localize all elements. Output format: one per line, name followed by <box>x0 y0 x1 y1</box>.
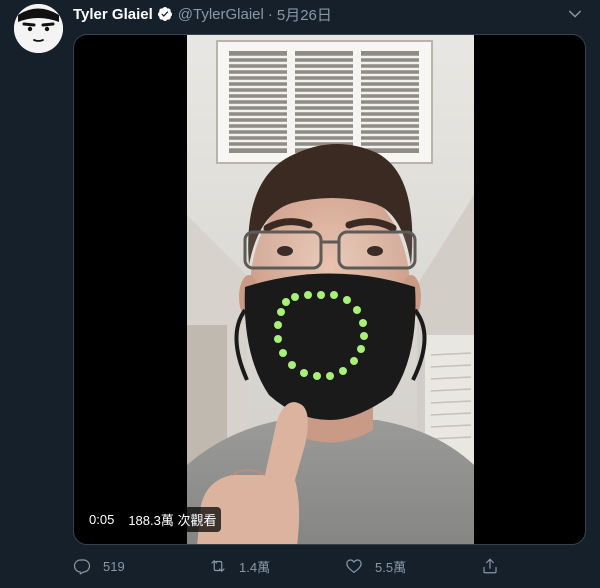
video-frame <box>187 35 474 544</box>
avatar-face-icon <box>14 4 63 53</box>
reply-count: 519 <box>103 558 125 574</box>
retweet-button[interactable]: 1.4萬 <box>209 557 270 576</box>
author-name[interactable]: Tyler Glaiel <box>73 6 153 23</box>
reply-icon <box>73 559 91 575</box>
retweet-icon <box>211 560 225 572</box>
avatar[interactable] <box>14 4 63 53</box>
like-button[interactable]: 5.5萬 <box>345 557 406 576</box>
tweet-header: Tyler Glaiel @TylerGlaiel · 5月26日 <box>73 4 586 24</box>
video-still-image <box>187 35 474 544</box>
reply-button[interactable]: 519 <box>73 557 125 575</box>
tweet-actions: 519 1.4萬 5.5萬 <box>73 554 513 578</box>
video-info-overlay: 0:05 188.3萬 次觀看 <box>84 507 222 532</box>
retweet-count: 1.4萬 <box>239 559 271 575</box>
verified-badge-icon <box>157 7 172 21</box>
separator-dot: · <box>267 5 273 23</box>
video-player[interactable]: 0:05 188.3萬 次觀看 <box>73 34 586 545</box>
author-handle[interactable]: @TylerGlaiel <box>178 6 264 23</box>
tweet-date[interactable]: 5月26日 <box>277 4 332 25</box>
share-icon <box>483 558 497 574</box>
heart-icon <box>346 559 362 573</box>
tweet: Tyler Glaiel @TylerGlaiel · 5月26日 0:05 1… <box>0 0 600 588</box>
video-time: 0:05 <box>84 509 120 530</box>
share-button[interactable] <box>481 557 511 575</box>
video-view-count: 188.3萬 次觀看 <box>123 507 222 532</box>
like-count: 5.5萬 <box>375 559 407 575</box>
chevron-down-icon[interactable] <box>566 5 584 23</box>
